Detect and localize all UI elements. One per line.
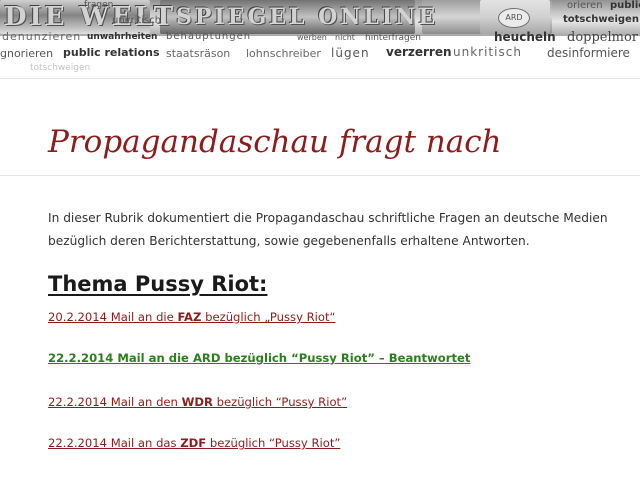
header-banner[interactable]: DIE WELT SPIEGEL ONLINE ARD fragen unkri…: [0, 0, 640, 76]
link-sender: FAZ: [177, 310, 202, 324]
link-date-text: 20.2.2014 Mail an die: [48, 310, 178, 324]
spiegel-online-logo: SPIEGEL ONLINE: [176, 4, 439, 30]
banner-word: totschweigen: [563, 14, 639, 25]
banner-word: doppelmor: [567, 30, 639, 45]
mail-link-faz[interactable]: 20.2.2014 Mail an die FAZ bezüglich „Pus…: [48, 310, 336, 324]
mail-link-ard-answered[interactable]: 22.2.2014 Mail an die ARD bezüglich “Pus…: [48, 351, 470, 365]
mail-link-zdf[interactable]: 22.2.2014 Mail an das ZDF bezüglich “Pus…: [48, 436, 340, 450]
banner-word: denunzieren: [2, 30, 82, 43]
banner-word: werben: [297, 33, 327, 42]
page-title: Propagandaschau fragt nach: [48, 124, 502, 160]
banner-word: behauptungen: [166, 31, 252, 42]
link-sender: ZDF: [180, 436, 207, 450]
banner-word: staatsräson: [166, 47, 231, 60]
topic-heading: Thema Pussy Riot:: [48, 272, 268, 296]
banner-word: gnorieren: [0, 47, 54, 60]
link-date-text: 22.2.2014 Mail an das: [48, 436, 181, 450]
banner-word: unkritisch: [112, 15, 162, 26]
banner-word: nicht: [335, 33, 355, 42]
link-subject: bezüglich “Pussy Riot”: [206, 436, 341, 450]
banner-word: fragen: [84, 0, 114, 10]
link-subject: bezüglich „Pussy Riot“: [201, 310, 336, 324]
banner-word: hinterfragen: [365, 33, 422, 43]
banner-word: orieren: [567, 0, 603, 11]
banner-word: desinformiere: [547, 46, 630, 60]
banner-word: verzerren: [386, 45, 452, 59]
ard-logo: ARD: [498, 8, 530, 28]
banner-word: unwahrheiten: [87, 32, 158, 42]
banner-word: public relations: [63, 46, 160, 59]
banner-word: lohnschreiber: [246, 47, 321, 60]
link-date-text: 22.2.2014 Mail an den: [48, 395, 182, 409]
mail-link-wdr[interactable]: 22.2.2014 Mail an den WDR bezüglich “Pus…: [48, 395, 347, 409]
link-sender: WDR: [181, 395, 213, 409]
intro-paragraph: In dieser Rubrik dokumentiert die Propag…: [48, 211, 608, 248]
banner-divider: [0, 78, 640, 79]
banner-word: unkritisch: [453, 45, 522, 59]
banner-word: lügen: [331, 46, 370, 60]
title-divider: [0, 175, 640, 176]
banner-word: heucheln: [494, 30, 556, 44]
link-subject: bezüglich “Pussy Riot”: [212, 395, 348, 409]
banner-word: totschweigen: [30, 63, 91, 73]
banner-word: public: [610, 0, 640, 11]
